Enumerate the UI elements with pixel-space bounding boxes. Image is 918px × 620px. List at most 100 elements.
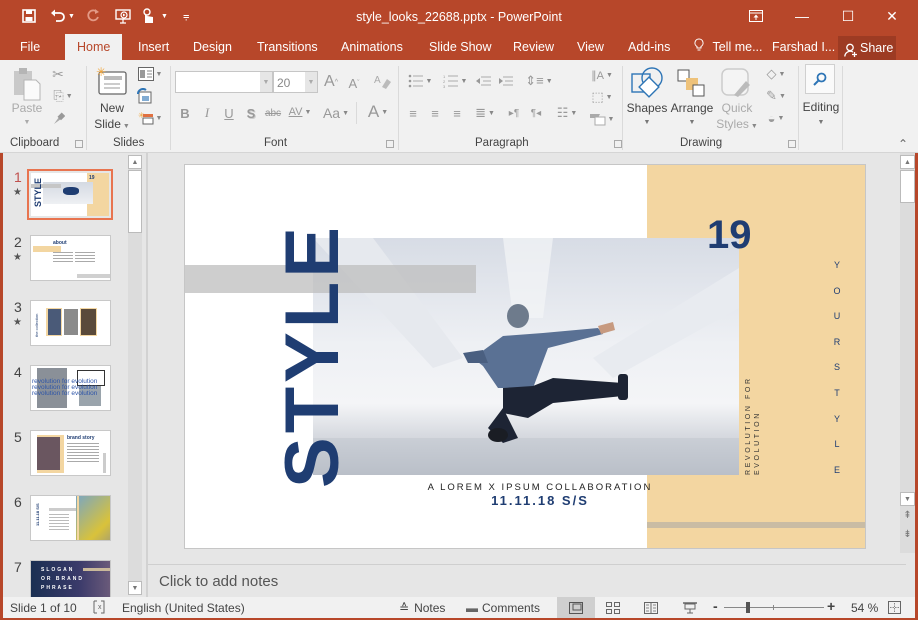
slide-thumbnail-3[interactable]: the collection bbox=[30, 300, 111, 346]
bullets-icon[interactable]: ▼ bbox=[405, 72, 435, 90]
slide-thumbnail-2[interactable]: about bbox=[30, 235, 111, 281]
thumbnails-scrollbar[interactable]: ▲ ▼ bbox=[128, 155, 142, 595]
pane-divider[interactable] bbox=[146, 153, 148, 597]
reading-view-button[interactable] bbox=[644, 602, 658, 617]
italic-button[interactable]: I bbox=[200, 104, 214, 122]
comments-button[interactable]: ▬ Comments bbox=[466, 601, 540, 615]
find-icon[interactable] bbox=[805, 64, 835, 94]
arrange-dropdown-icon[interactable]: ▼ bbox=[685, 118, 699, 126]
scrollbar-thumb[interactable] bbox=[128, 170, 142, 233]
paste-dropdown-icon[interactable]: ▼ bbox=[22, 118, 32, 126]
slide-canvas[interactable]: STYLE 19 YOURSTYLE REVOLUTION FOR EVOLUTI… bbox=[184, 164, 866, 549]
shapes-icon[interactable] bbox=[630, 66, 664, 100]
notes-button[interactable]: ≙ Notes bbox=[399, 601, 445, 615]
drawing-launcher-icon[interactable] bbox=[788, 140, 796, 148]
shapes-button[interactable]: Shapes bbox=[626, 101, 668, 115]
tab-home[interactable]: Home bbox=[65, 34, 123, 60]
collaboration-text[interactable]: A LOREM X IPSUM COLLABORATION bbox=[385, 482, 695, 493]
slide-thumbnail-7[interactable]: SLOGAN OR BRAND PHRASE bbox=[30, 560, 111, 597]
cut-icon[interactable]: ✂ bbox=[50, 66, 66, 82]
arrange-icon[interactable] bbox=[676, 66, 706, 100]
justify-icon[interactable]: ≣ ▼ bbox=[471, 104, 499, 122]
spell-check-icon[interactable]: x bbox=[92, 600, 106, 617]
zoom-slider[interactable] bbox=[724, 602, 824, 613]
align-left-icon[interactable]: ≡ bbox=[405, 104, 421, 122]
shapes-dropdown-icon[interactable]: ▼ bbox=[640, 118, 654, 126]
align-text-icon[interactable]: ⬚ ▼ bbox=[588, 88, 616, 106]
scroll-down-icon[interactable]: ▼ bbox=[128, 581, 142, 595]
font-color-button[interactable]: A ▼ bbox=[363, 102, 393, 122]
notes-pane[interactable]: Click to add notes bbox=[148, 564, 906, 597]
scroll-down-icon[interactable]: ▼ bbox=[900, 492, 915, 506]
editing-button[interactable]: Editing bbox=[800, 100, 842, 114]
font-size-dropdown-icon[interactable]: ▼ bbox=[305, 72, 317, 92]
tab-insert[interactable]: Insert bbox=[138, 34, 169, 60]
collapse-ribbon-icon[interactable]: ⌃ bbox=[896, 137, 910, 151]
shape-fill-icon[interactable]: ◇ ▼ bbox=[762, 66, 790, 82]
zoom-slider-thumb[interactable] bbox=[746, 602, 751, 613]
slide-show-button[interactable] bbox=[683, 602, 697, 617]
paste-button[interactable]: Paste bbox=[10, 101, 44, 115]
next-slide-icon[interactable]: ⇟ bbox=[900, 529, 915, 543]
share-button[interactable]: Share bbox=[838, 36, 896, 60]
grow-font-icon[interactable]: A ^ bbox=[322, 72, 340, 92]
zoom-out-button[interactable]: - bbox=[713, 598, 718, 614]
clear-formatting-icon[interactable]: A bbox=[374, 72, 392, 92]
slide-title[interactable]: STYLE bbox=[270, 223, 355, 488]
left-to-right-icon[interactable]: ▸¶ bbox=[506, 104, 522, 122]
slide-scrollbar[interactable]: ▲ ▼ ⇞ ⇟ bbox=[900, 153, 915, 553]
new-slide-button[interactable]: Slide ▼ bbox=[92, 117, 132, 131]
shape-outline-icon[interactable]: ✎ ▼ bbox=[762, 88, 790, 104]
format-painter-icon[interactable] bbox=[50, 110, 66, 126]
slide-thumbnail-5[interactable]: brand story bbox=[30, 430, 111, 476]
tell-me-box[interactable]: Tell me... bbox=[694, 34, 763, 60]
tab-file[interactable]: File bbox=[20, 34, 40, 60]
text-direction-icon[interactable]: ∥A ▼ bbox=[588, 66, 616, 84]
slide-sorter-view-button[interactable] bbox=[606, 602, 620, 617]
font-launcher-icon[interactable] bbox=[386, 140, 394, 148]
tab-transitions[interactable]: Transitions bbox=[257, 34, 318, 60]
change-case-button[interactable]: Aa ▼ bbox=[320, 104, 352, 122]
bold-button[interactable]: B bbox=[178, 104, 192, 122]
clipboard-launcher-icon[interactable] bbox=[75, 140, 83, 148]
right-to-left-icon[interactable]: ¶◂ bbox=[528, 104, 544, 122]
tab-add-ins[interactable]: Add-ins bbox=[628, 34, 670, 60]
tagline-text[interactable]: REVOLUTION FOR EVOLUTION bbox=[744, 376, 762, 475]
user-account[interactable]: Farshad I... bbox=[772, 34, 835, 60]
language-indicator[interactable]: English (United States) bbox=[122, 601, 245, 615]
shape-effects-icon[interactable]: ◒ ▼ bbox=[762, 110, 790, 126]
increase-indent-icon[interactable] bbox=[497, 72, 515, 90]
scroll-up-icon[interactable]: ▲ bbox=[128, 155, 142, 169]
scroll-up-icon[interactable]: ▲ bbox=[900, 155, 915, 169]
slide-thumbnail-1[interactable]: STYLE 19 bbox=[27, 169, 113, 220]
scrollbar-thumb[interactable] bbox=[900, 170, 915, 203]
paragraph-launcher-icon[interactable] bbox=[614, 140, 622, 148]
tab-slide-show[interactable]: Slide Show bbox=[429, 34, 492, 60]
your-style-vertical-text[interactable]: Y O U R S T Y L E bbox=[829, 253, 845, 483]
previous-slide-icon[interactable]: ⇞ bbox=[900, 510, 915, 524]
date-text[interactable]: 11.11.18 S/S bbox=[385, 493, 695, 508]
underline-button[interactable]: U bbox=[222, 104, 236, 122]
normal-view-button[interactable] bbox=[557, 597, 595, 618]
shrink-font-icon[interactable]: Aˇ bbox=[346, 74, 362, 92]
tab-design[interactable]: Design bbox=[193, 34, 232, 60]
new-slide-icon[interactable]: ✳ bbox=[96, 66, 128, 96]
quick-styles-icon[interactable] bbox=[720, 66, 752, 100]
decrease-indent-icon[interactable] bbox=[475, 72, 493, 90]
tab-view[interactable]: View bbox=[577, 34, 604, 60]
tab-animations[interactable]: Animations bbox=[341, 34, 403, 60]
zoom-in-button[interactable]: + bbox=[827, 598, 835, 614]
new-slide-label[interactable]: New bbox=[96, 101, 128, 115]
smartart-icon[interactable]: ▼ bbox=[588, 110, 616, 128]
maximize-button[interactable]: ☐ bbox=[828, 4, 868, 28]
close-button[interactable]: ✕ bbox=[872, 4, 912, 28]
quick-styles-button[interactable]: Styles ▼ bbox=[714, 117, 760, 131]
quick-styles-label[interactable]: Quick bbox=[718, 101, 756, 115]
section-icon[interactable]: ✳ ▼ bbox=[136, 110, 164, 126]
character-spacing-button[interactable]: AV ▼ bbox=[285, 102, 315, 122]
ribbon-display-options-button[interactable] bbox=[736, 4, 776, 28]
copy-icon[interactable]: ⎘ ▼ bbox=[50, 88, 76, 104]
paste-icon[interactable] bbox=[12, 66, 42, 102]
reset-icon[interactable] bbox=[136, 88, 152, 104]
layout-icon[interactable]: ▼ bbox=[136, 66, 164, 82]
